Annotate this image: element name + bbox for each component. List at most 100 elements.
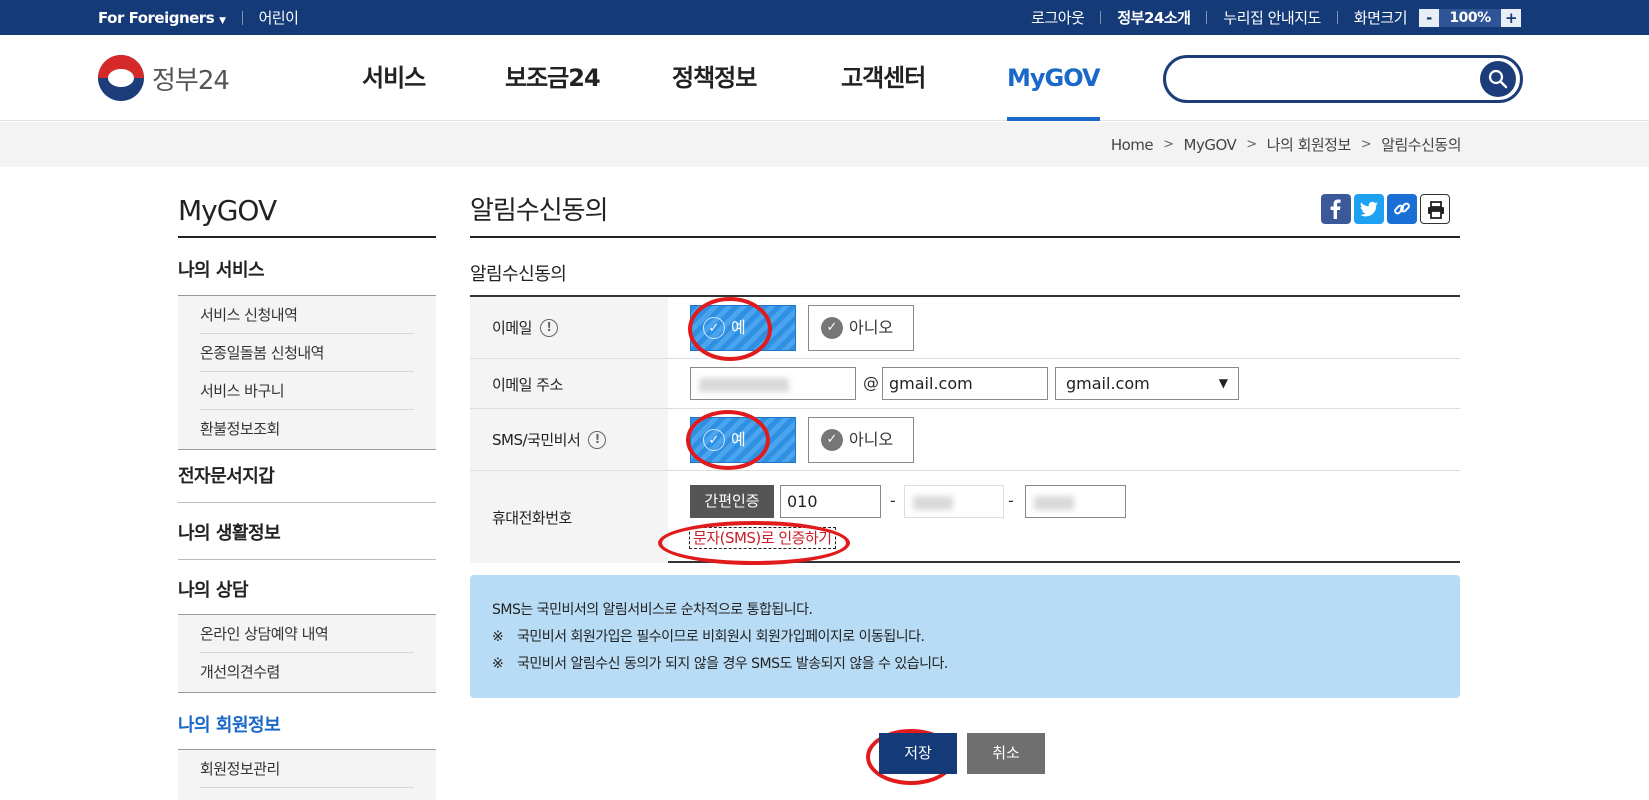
screen-size-label: 화면크기 xyxy=(1353,9,1408,27)
breadcrumb: Home > MyGOV > 나의 회원정보 > 알림수신동의 xyxy=(1111,122,1462,167)
breadcrumb-bar: Home > MyGOV > 나의 회원정보 > 알림수신동의 xyxy=(0,122,1649,167)
email-domain-input[interactable]: gmail.com xyxy=(882,367,1048,400)
form-label-cell: 이메일! xyxy=(470,297,668,358)
redacted-phone-last xyxy=(1034,496,1074,510)
info-icon[interactable]: ! xyxy=(588,430,607,449)
phone-middle-input[interactable] xyxy=(904,485,1004,518)
chevron-down-icon: ▼ xyxy=(1218,376,1228,390)
email-domain-select[interactable]: gmail.com ▼ xyxy=(1055,367,1239,400)
search-button[interactable] xyxy=(1480,61,1516,97)
page-title: 알림수신동의 xyxy=(470,196,609,226)
zoom-out-button[interactable]: - xyxy=(1419,8,1439,27)
top-utility-bar: For Foreigners ▼ 어린이 로그아웃 정부24소개 누리집 안내지도… xyxy=(0,0,1649,35)
nav-service[interactable]: 서비스 xyxy=(362,35,426,121)
government-emblem-icon xyxy=(98,55,144,101)
logo[interactable]: 정부24 xyxy=(98,55,230,101)
form-row-email: 이메일! ✓ 예 ✓ 아니오 xyxy=(470,297,1460,359)
highlight-mark-email-yes xyxy=(688,297,772,361)
section-title: 알림수신동의 xyxy=(470,264,567,285)
sidebar-item-refund-lookup[interactable]: 환불정보조회 xyxy=(200,410,414,448)
about-link[interactable]: 정부24소개 xyxy=(1117,7,1191,28)
sms-label-text: SMS/국민비서 xyxy=(492,431,581,449)
email-domain-selected: gmail.com xyxy=(1066,374,1150,393)
sidebar-item-care-history[interactable]: 온종일돌봄 신청내역 xyxy=(200,334,414,372)
breadcrumb-current: 알림수신동의 xyxy=(1381,136,1461,154)
phone-prefix-input[interactable]: 010 xyxy=(780,485,881,518)
phone-dash: - xyxy=(890,491,896,510)
email-no-button[interactable]: ✓ 아니오 xyxy=(808,305,914,351)
email-consent-label: 이메일! xyxy=(492,317,558,338)
breadcrumb-member-info[interactable]: 나의 회원정보 xyxy=(1267,134,1352,155)
print-button[interactable] xyxy=(1420,194,1450,224)
notice-line-2-text: 국민비서 회원가입은 필수이므로 비회원시 회원가입페이지로 이동됩니다. xyxy=(517,629,925,645)
sitemap-link[interactable]: 누리집 안내지도 xyxy=(1223,7,1321,28)
for-foreigners-label: For Foreigners xyxy=(98,8,215,27)
divider xyxy=(470,236,1460,238)
logo-text: 정부24 xyxy=(152,65,230,96)
sidebar-category-consultation[interactable]: 나의 상담 xyxy=(178,576,436,602)
highlight-mark-sms-yes xyxy=(686,410,770,470)
sidebar-category-life-info[interactable]: 나의 생활정보 xyxy=(178,519,436,545)
sidebar-item-service-history[interactable]: 서비스 신청내역 xyxy=(200,296,414,334)
kids-link[interactable]: 어린이 xyxy=(259,7,299,28)
sidebar-category-my-service[interactable]: 나의 서비스 xyxy=(178,256,436,282)
notice-mark: ※ xyxy=(492,629,504,645)
divider xyxy=(1206,11,1208,24)
twitter-share-button[interactable] xyxy=(1354,194,1384,224)
sidebar-category-member-info[interactable]: 나의 회원정보 xyxy=(178,711,436,737)
sidebar-category-e-wallet[interactable]: 전자문서지갑 xyxy=(178,462,436,488)
sidebar-item-online-reservation[interactable]: 온라인 상담예약 내역 xyxy=(200,615,414,653)
notice-line-3: ※ 국민비서 알림수신 동의가 되지 않을 경우 SMS도 발송되지 않을 수 있… xyxy=(492,653,948,673)
notice-box: SMS는 국민비서의 알림서비스로 순차적으로 통합됩니다. ※ 국민비서 회원가… xyxy=(470,575,1460,698)
copy-link-button[interactable] xyxy=(1387,194,1417,224)
nav-subsidy[interactable]: 보조금24 xyxy=(505,35,601,121)
email-id-input[interactable] xyxy=(690,367,856,400)
nav-policy[interactable]: 정책정보 xyxy=(672,35,757,121)
redacted-email-id xyxy=(699,378,789,392)
notification-consent-form: 이메일! ✓ 예 ✓ 아니오 이메일 주소 @ gmail.com gmail.… xyxy=(470,295,1460,563)
nav-mygov[interactable]: MyGOV xyxy=(1007,35,1101,121)
facebook-share-button[interactable] xyxy=(1321,194,1351,224)
save-button[interactable]: 저장 xyxy=(879,733,957,774)
nav-customer-center[interactable]: 고객센터 xyxy=(841,35,926,121)
check-icon: ✓ xyxy=(821,429,843,451)
zoom-in-button[interactable]: + xyxy=(1501,8,1521,27)
logout-link[interactable]: 로그아웃 xyxy=(1031,7,1085,28)
divider xyxy=(178,236,436,238)
search-input[interactable] xyxy=(1186,66,1466,92)
sidebar-submenu-my-service: 서비스 신청내역 온종일돌봄 신청내역 서비스 바구니 환불정보조회 xyxy=(178,295,436,450)
cancel-button[interactable]: 취소 xyxy=(967,733,1045,774)
twitter-icon xyxy=(1360,201,1378,217)
notice-mark: ※ xyxy=(492,656,504,672)
sms-consent-label: SMS/국민비서! xyxy=(492,429,607,450)
search-box xyxy=(1163,55,1523,103)
notice-line-1: SMS는 국민비서의 알림서비스로 순차적으로 통합됩니다. xyxy=(492,602,813,618)
form-row-sms: SMS/국민비서! ✓ 예 ✓ 아니오 xyxy=(470,409,1460,471)
for-foreigners-link[interactable]: For Foreigners ▼ xyxy=(98,9,226,27)
email-address-label: 이메일 주소 xyxy=(492,376,563,394)
divider xyxy=(241,10,243,25)
sidebar-item-member-management[interactable]: 회원정보관리 xyxy=(200,750,414,788)
breadcrumb-mygov[interactable]: MyGOV xyxy=(1184,136,1237,154)
simple-cert-button[interactable]: 간편인증 xyxy=(690,485,774,518)
phone-label: 휴대전화번호 xyxy=(492,509,572,527)
email-no-label: 아니오 xyxy=(849,318,894,337)
divider xyxy=(1336,11,1338,24)
phone-last-input[interactable] xyxy=(1025,485,1126,518)
form-label-cell: 휴대전화번호 xyxy=(470,471,668,563)
divider xyxy=(178,502,436,503)
sidebar-item-feedback[interactable]: 개선의견수렴 xyxy=(200,653,414,691)
main-header: 정부24 서비스 보조금24 정책정보 고객센터 MyGOV xyxy=(0,35,1649,121)
sidebar-item-service-basket[interactable]: 서비스 바구니 xyxy=(200,372,414,410)
sidebar-submenu-consultation: 온라인 상담예약 내역 개선의견수렴 xyxy=(178,614,436,693)
sidebar-submenu-member-info: 회원정보관리 xyxy=(178,749,436,800)
check-icon: ✓ xyxy=(821,317,843,339)
info-icon[interactable]: ! xyxy=(539,318,558,337)
notice-line-2: ※ 국민비서 회원가입은 필수이므로 비회원시 회원가입페이지로 이동됩니다. xyxy=(492,626,925,646)
sms-no-label: 아니오 xyxy=(849,430,894,449)
sms-no-button[interactable]: ✓ 아니오 xyxy=(808,417,914,463)
breadcrumb-home[interactable]: Home xyxy=(1111,136,1154,154)
phone-dash: - xyxy=(1008,491,1014,510)
divider xyxy=(1100,11,1102,24)
redacted-phone-middle xyxy=(913,496,953,510)
